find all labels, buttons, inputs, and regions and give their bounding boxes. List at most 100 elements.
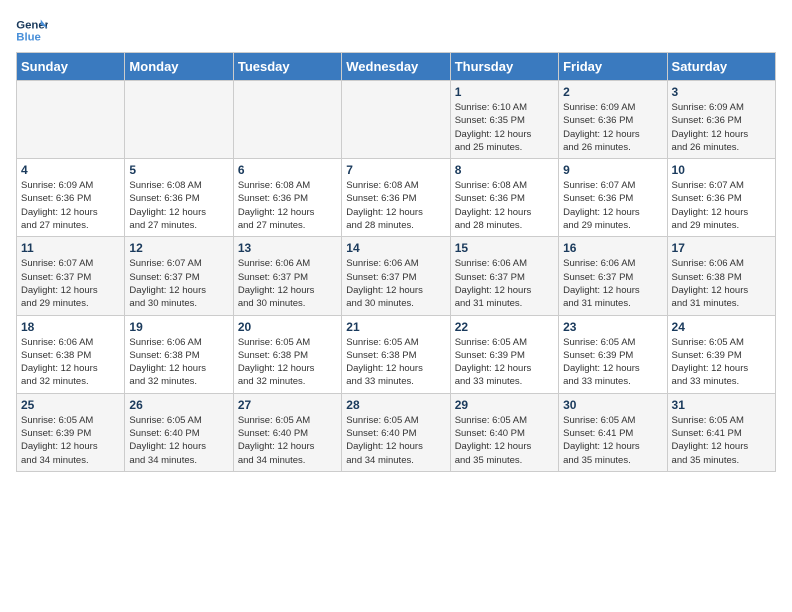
calendar-cell: 10 Sunrise: 6:07 AM Sunset: 6:36 PM Dayli…	[667, 159, 775, 237]
day-info: Sunrise: 6:08 AM Sunset: 6:36 PM Dayligh…	[346, 179, 445, 232]
calendar-table: SundayMondayTuesdayWednesdayThursdayFrid…	[16, 52, 776, 472]
day-number: 16	[563, 241, 662, 255]
calendar-body: 1 Sunrise: 6:10 AM Sunset: 6:35 PM Daylig…	[17, 81, 776, 472]
weekday-header: Thursday	[450, 53, 558, 81]
day-number: 11	[21, 241, 120, 255]
calendar-cell	[342, 81, 450, 159]
day-info: Sunrise: 6:07 AM Sunset: 6:37 PM Dayligh…	[21, 257, 120, 310]
page-header: General Blue	[16, 16, 776, 44]
day-info: Sunrise: 6:05 AM Sunset: 6:40 PM Dayligh…	[238, 414, 337, 467]
day-number: 13	[238, 241, 337, 255]
day-number: 5	[129, 163, 228, 177]
day-number: 18	[21, 320, 120, 334]
calendar-cell	[233, 81, 341, 159]
day-number: 23	[563, 320, 662, 334]
calendar-cell: 9 Sunrise: 6:07 AM Sunset: 6:36 PM Daylig…	[559, 159, 667, 237]
day-number: 12	[129, 241, 228, 255]
calendar-cell: 2 Sunrise: 6:09 AM Sunset: 6:36 PM Daylig…	[559, 81, 667, 159]
calendar-cell: 13 Sunrise: 6:06 AM Sunset: 6:37 PM Dayli…	[233, 237, 341, 315]
calendar-cell: 18 Sunrise: 6:06 AM Sunset: 6:38 PM Dayli…	[17, 315, 125, 393]
calendar-week-row: 4 Sunrise: 6:09 AM Sunset: 6:36 PM Daylig…	[17, 159, 776, 237]
day-number: 7	[346, 163, 445, 177]
calendar-cell: 22Sunrise: 6:05 AM Sunset: 6:39 PM Dayli…	[450, 315, 558, 393]
day-info: Sunrise: 6:05 AM Sunset: 6:41 PM Dayligh…	[563, 414, 662, 467]
day-number: 19	[129, 320, 228, 334]
day-info: Sunrise: 6:09 AM Sunset: 6:36 PM Dayligh…	[563, 101, 662, 154]
day-info: Sunrise: 6:06 AM Sunset: 6:38 PM Dayligh…	[672, 257, 771, 310]
calendar-cell: 6 Sunrise: 6:08 AM Sunset: 6:36 PM Daylig…	[233, 159, 341, 237]
day-number: 28	[346, 398, 445, 412]
calendar-cell	[17, 81, 125, 159]
calendar-week-row: 18 Sunrise: 6:06 AM Sunset: 6:38 PM Dayli…	[17, 315, 776, 393]
day-number: 21	[346, 320, 445, 334]
calendar-cell: 31 Sunrise: 6:05 AM Sunset: 6:41 PM Dayli…	[667, 393, 775, 471]
day-info: Sunrise: 6:05 AM Sunset: 6:40 PM Dayligh…	[346, 414, 445, 467]
calendar-cell: 8Sunrise: 6:08 AM Sunset: 6:36 PM Daylig…	[450, 159, 558, 237]
day-info: Sunrise: 6:06 AM Sunset: 6:37 PM Dayligh…	[455, 257, 554, 310]
day-number: 9	[563, 163, 662, 177]
calendar-cell: 11 Sunrise: 6:07 AM Sunset: 6:37 PM Dayli…	[17, 237, 125, 315]
day-number: 4	[21, 163, 120, 177]
day-number: 26	[129, 398, 228, 412]
day-number: 31	[672, 398, 771, 412]
logo-icon: General Blue	[16, 16, 48, 44]
day-info: Sunrise: 6:07 AM Sunset: 6:36 PM Dayligh…	[563, 179, 662, 232]
calendar-cell: 19 Sunrise: 6:06 AM Sunset: 6:38 PM Dayli…	[125, 315, 233, 393]
calendar-cell: 15 Sunrise: 6:06 AM Sunset: 6:37 PM Dayli…	[450, 237, 558, 315]
day-number: 1	[455, 85, 554, 99]
weekday-header: Sunday	[17, 53, 125, 81]
day-number: 25	[21, 398, 120, 412]
day-info: Sunrise: 6:06 AM Sunset: 6:37 PM Dayligh…	[563, 257, 662, 310]
calendar-cell: 27 Sunrise: 6:05 AM Sunset: 6:40 PM Dayli…	[233, 393, 341, 471]
day-info: Sunrise: 6:10 AM Sunset: 6:35 PM Dayligh…	[455, 101, 554, 154]
day-number: 20	[238, 320, 337, 334]
day-info: Sunrise: 6:07 AM Sunset: 6:36 PM Dayligh…	[672, 179, 771, 232]
calendar-week-row: 11 Sunrise: 6:07 AM Sunset: 6:37 PM Dayli…	[17, 237, 776, 315]
day-number: 24	[672, 320, 771, 334]
calendar-week-row: 25Sunrise: 6:05 AM Sunset: 6:39 PM Dayli…	[17, 393, 776, 471]
day-number: 29	[455, 398, 554, 412]
day-number: 2	[563, 85, 662, 99]
day-number: 6	[238, 163, 337, 177]
day-info: Sunrise: 6:08 AM Sunset: 6:36 PM Dayligh…	[129, 179, 228, 232]
calendar-cell: 7 Sunrise: 6:08 AM Sunset: 6:36 PM Daylig…	[342, 159, 450, 237]
weekday-header: Friday	[559, 53, 667, 81]
day-number: 17	[672, 241, 771, 255]
day-info: Sunrise: 6:05 AM Sunset: 6:38 PM Dayligh…	[346, 336, 445, 389]
calendar-cell: 26 Sunrise: 6:05 AM Sunset: 6:40 PM Dayli…	[125, 393, 233, 471]
day-number: 15	[455, 241, 554, 255]
day-info: Sunrise: 6:09 AM Sunset: 6:36 PM Dayligh…	[21, 179, 120, 232]
calendar-week-row: 1 Sunrise: 6:10 AM Sunset: 6:35 PM Daylig…	[17, 81, 776, 159]
weekday-header: Saturday	[667, 53, 775, 81]
day-number: 8	[455, 163, 554, 177]
day-info: Sunrise: 6:09 AM Sunset: 6:36 PM Dayligh…	[672, 101, 771, 154]
day-info: Sunrise: 6:06 AM Sunset: 6:38 PM Dayligh…	[129, 336, 228, 389]
weekday-header: Wednesday	[342, 53, 450, 81]
day-info: Sunrise: 6:07 AM Sunset: 6:37 PM Dayligh…	[129, 257, 228, 310]
calendar-cell	[125, 81, 233, 159]
calendar-cell: 17 Sunrise: 6:06 AM Sunset: 6:38 PM Dayli…	[667, 237, 775, 315]
day-number: 3	[672, 85, 771, 99]
calendar-cell: 20 Sunrise: 6:05 AM Sunset: 6:38 PM Dayli…	[233, 315, 341, 393]
calendar-cell: 12 Sunrise: 6:07 AM Sunset: 6:37 PM Dayli…	[125, 237, 233, 315]
day-info: Sunrise: 6:08 AM Sunset: 6:36 PM Dayligh…	[238, 179, 337, 232]
day-info: Sunrise: 6:05 AM Sunset: 6:38 PM Dayligh…	[238, 336, 337, 389]
day-number: 27	[238, 398, 337, 412]
day-info: Sunrise: 6:06 AM Sunset: 6:37 PM Dayligh…	[346, 257, 445, 310]
day-info: Sunrise: 6:05 AM Sunset: 6:40 PM Dayligh…	[129, 414, 228, 467]
day-number: 14	[346, 241, 445, 255]
calendar-cell: 4 Sunrise: 6:09 AM Sunset: 6:36 PM Daylig…	[17, 159, 125, 237]
day-number: 10	[672, 163, 771, 177]
day-info: Sunrise: 6:05 AM Sunset: 6:39 PM Dayligh…	[672, 336, 771, 389]
day-info: Sunrise: 6:06 AM Sunset: 6:37 PM Dayligh…	[238, 257, 337, 310]
weekday-header: Monday	[125, 53, 233, 81]
calendar-cell: 5 Sunrise: 6:08 AM Sunset: 6:36 PM Daylig…	[125, 159, 233, 237]
day-number: 22	[455, 320, 554, 334]
calendar-cell: 28 Sunrise: 6:05 AM Sunset: 6:40 PM Dayli…	[342, 393, 450, 471]
day-info: Sunrise: 6:06 AM Sunset: 6:38 PM Dayligh…	[21, 336, 120, 389]
calendar-cell: 1 Sunrise: 6:10 AM Sunset: 6:35 PM Daylig…	[450, 81, 558, 159]
calendar-cell: 3 Sunrise: 6:09 AM Sunset: 6:36 PM Daylig…	[667, 81, 775, 159]
day-info: Sunrise: 6:05 AM Sunset: 6:41 PM Dayligh…	[672, 414, 771, 467]
day-number: 30	[563, 398, 662, 412]
svg-text:Blue: Blue	[16, 32, 41, 44]
